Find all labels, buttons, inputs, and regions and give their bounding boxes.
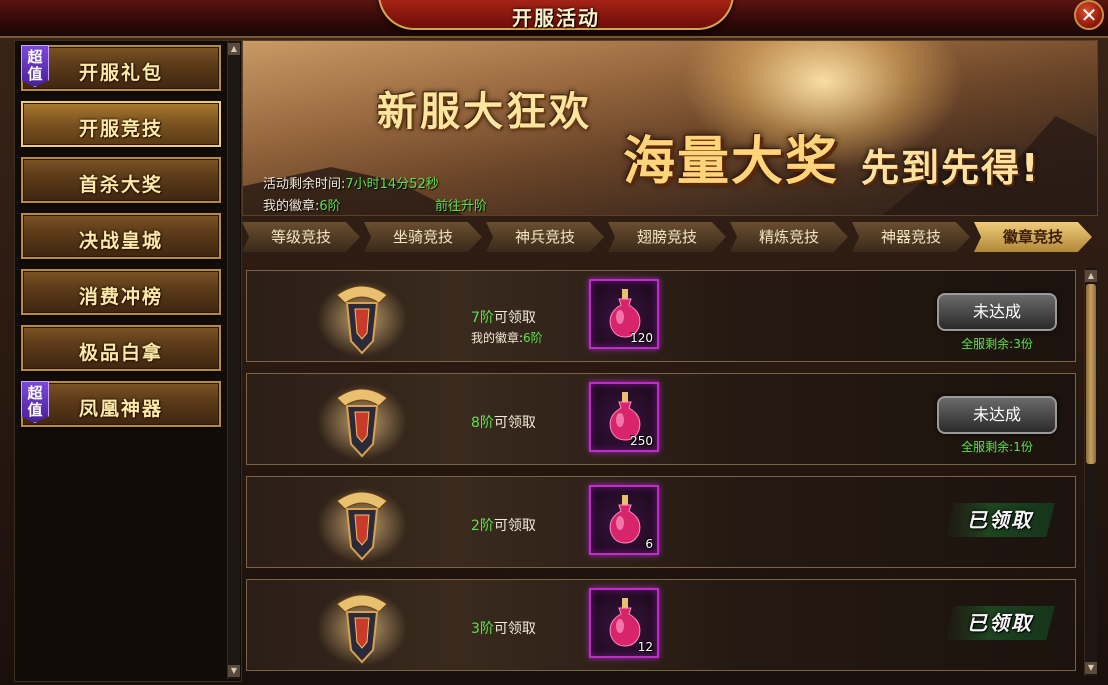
sidebar-item-label: 凤凰神器 <box>78 398 163 420</box>
item-quantity: 120 <box>630 331 653 345</box>
banner-headline: 新服大狂欢 <box>377 89 592 135</box>
close-button[interactable]: ✕ <box>1074 0 1104 30</box>
badge-emblem-icon <box>317 281 407 357</box>
claimed-stamp: 已领取 <box>945 606 1055 640</box>
item-quantity: 12 <box>637 640 653 654</box>
required-level: 2阶可领取 <box>471 518 536 534</box>
banner-tagline: 先到先得! <box>861 146 1041 190</box>
my-badge-info: 我的徽章:6阶 前往升阶 <box>263 195 523 214</box>
sidebar-item-opening-competition[interactable]: 开服竞技 <box>21 101 221 147</box>
sidebar-item-first-kill[interactable]: 首杀大奖 <box>21 157 221 203</box>
reward-row: 8阶可领取 250 未达成 全服剩余:1份 <box>246 373 1076 465</box>
tab-wings[interactable]: 翅膀竞技 <box>608 222 726 252</box>
tab-refine[interactable]: 精炼竞技 <box>730 222 848 252</box>
badge-emblem-icon <box>317 590 407 666</box>
goto-upgrade-link[interactable]: 前往升阶 <box>435 195 487 214</box>
sidebar-item-spending-rank[interactable]: 消费冲榜 <box>21 269 221 315</box>
sidebar-item-free-rewards[interactable]: 极品白拿 <box>21 325 221 371</box>
tab-level[interactable]: 等级竞技 <box>242 222 360 252</box>
reward-item-slot[interactable]: 250 <box>589 382 659 452</box>
time-value: 7小时14分52秒 <box>345 177 439 192</box>
sidebar-item-label: 开服礼包 <box>78 62 163 84</box>
time-label: 活动剩余时间: <box>263 177 346 192</box>
reward-row: 3阶可领取 12 已领取 <box>246 579 1076 671</box>
not-achieved-button[interactable]: 未达成 <box>937 293 1057 331</box>
tab-mount[interactable]: 坐骑竞技 <box>364 222 482 252</box>
super-value-badge: 超值 <box>21 45 49 87</box>
required-level: 3阶可领取 <box>471 621 536 637</box>
banner-subheadline: 海量大奖 <box>623 132 840 192</box>
not-achieved-button[interactable]: 未达成 <box>937 396 1057 434</box>
scroll-up-icon[interactable]: ▲ <box>228 43 240 55</box>
sidebar-item-label: 决战皇城 <box>78 230 163 252</box>
sidebar-item-imperial-city[interactable]: 决战皇城 <box>21 213 221 259</box>
sidebar: 开服礼包 超值 开服竞技 首杀大奖 决战皇城 消费冲榜 极品白拿 凤凰神器 超值… <box>14 40 242 682</box>
sidebar-item-label: 开服竞技 <box>78 118 163 140</box>
competition-tabs: 等级竞技 坐骑竞技 神兵竞技 翅膀竞技 精炼竞技 神器竞技 徽章竞技 <box>242 222 1098 256</box>
required-level: 8阶可领取 <box>471 415 536 431</box>
potion-icon <box>609 495 641 544</box>
my-badge-label: 我的徽章: <box>263 199 320 214</box>
reward-list-scrollbar[interactable]: ▲ ▼ <box>1084 268 1097 676</box>
my-badge-value: 6阶 <box>319 199 341 214</box>
sidebar-item-label: 极品白拿 <box>78 342 163 364</box>
tab-weapon[interactable]: 神兵竞技 <box>486 222 604 252</box>
reward-row: 7阶可领取 我的徽章:6阶 120 未达成 全服剩余:3份 <box>246 270 1076 362</box>
item-quantity: 250 <box>630 434 653 448</box>
scroll-down-icon[interactable]: ▼ <box>228 665 240 677</box>
badge-emblem-icon <box>317 384 407 460</box>
sidebar-item-label: 消费冲榜 <box>78 286 163 308</box>
scroll-down-icon[interactable]: ▼ <box>1085 662 1097 674</box>
sidebar-item-opening-gift[interactable]: 开服礼包 超值 <box>21 45 221 91</box>
scroll-up-icon[interactable]: ▲ <box>1085 270 1097 282</box>
item-quantity: 6 <box>645 537 653 551</box>
window-title: 开服活动 <box>512 6 600 30</box>
claimed-stamp: 已领取 <box>945 503 1055 537</box>
server-remaining: 全服剩余:1份 <box>961 440 1033 454</box>
title-bar: 开服活动 <box>0 0 1108 38</box>
reward-item-slot[interactable]: 12 <box>589 588 659 658</box>
close-icon: ✕ <box>1080 3 1098 27</box>
reward-item-slot[interactable]: 120 <box>589 279 659 349</box>
main-panel: 新服大狂欢 海量大奖 先到先得! 活动剩余时间:7小时14分52秒 我的徽章:6… <box>242 40 1102 680</box>
tab-artifact[interactable]: 神器竞技 <box>852 222 970 252</box>
time-remaining: 活动剩余时间:7小时14分52秒 <box>263 173 439 192</box>
scroll-thumb[interactable] <box>1086 284 1096 464</box>
sidebar-item-label: 首杀大奖 <box>78 174 163 196</box>
tab-badge[interactable]: 徽章竞技 <box>974 222 1092 252</box>
sidebar-scrollbar[interactable]: ▲ ▼ <box>227 41 240 679</box>
reward-row: 2阶可领取 6 已领取 <box>246 476 1076 568</box>
event-banner: 新服大狂欢 海量大奖 先到先得! 活动剩余时间:7小时14分52秒 我的徽章:6… <box>242 40 1098 216</box>
super-value-badge: 超值 <box>21 381 49 423</box>
badge-emblem-icon <box>317 487 407 563</box>
title-plate: 开服活动 <box>378 0 734 30</box>
reward-list: 7阶可领取 我的徽章:6阶 120 未达成 全服剩余:3份 8阶可领取 250 … <box>246 268 1080 674</box>
required-level: 7阶可领取 <box>471 310 536 326</box>
sidebar-item-phoenix-artifact[interactable]: 凤凰神器 超值 <box>21 381 221 427</box>
my-badge-level: 我的徽章:6阶 <box>471 331 543 345</box>
reward-item-slot[interactable]: 6 <box>589 485 659 555</box>
server-remaining: 全服剩余:3份 <box>961 337 1033 351</box>
